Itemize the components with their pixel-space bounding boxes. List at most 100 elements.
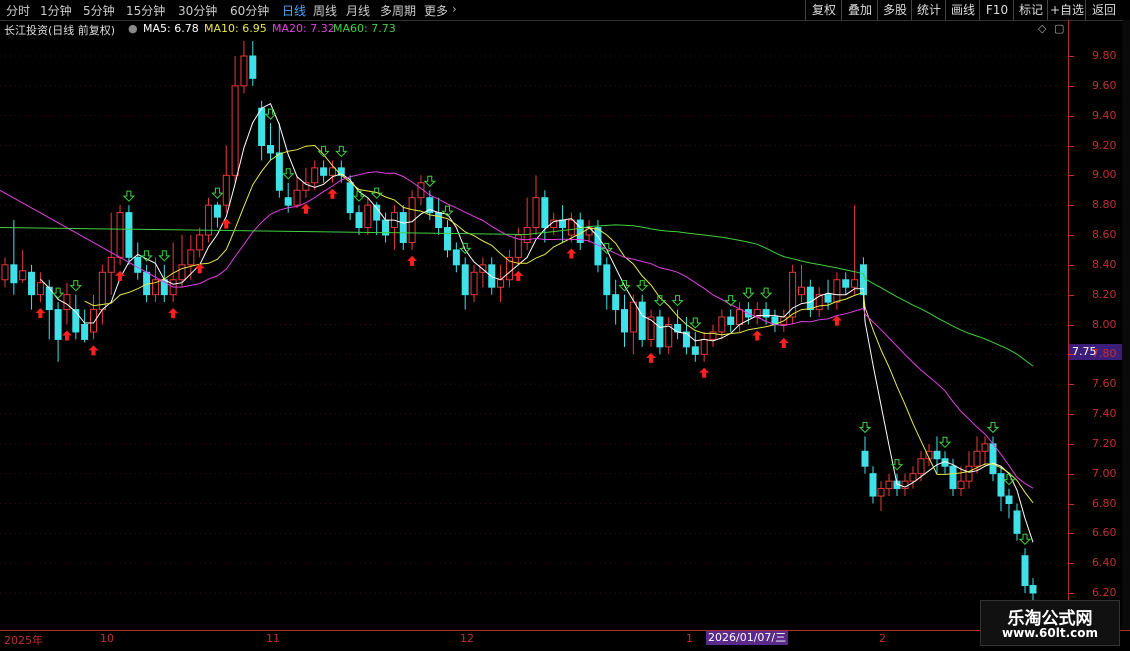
tab-30min[interactable]: 30分钟 (178, 2, 217, 19)
mark-button[interactable]: 标记 (1013, 0, 1048, 20)
ma-legend: 长江投资(日线 前复权) ● MA5: 6.78 MA10: 6.95 MA20… (0, 20, 1068, 38)
tab-1min[interactable]: 1分钟 (40, 2, 72, 19)
price-tick-mark (1069, 235, 1074, 236)
price-tick-label: 6.40 (1092, 556, 1117, 570)
tab-monthly[interactable]: 月线 (346, 2, 370, 19)
candle-body (116, 212, 124, 258)
candle-body (656, 316, 664, 348)
tab-minute[interactable]: 分时 (6, 2, 30, 19)
candle-body (267, 145, 274, 154)
candle-body (691, 346, 699, 355)
tab-more[interactable]: 更多 (424, 2, 448, 19)
price-tick-label: 7.20 (1092, 436, 1117, 450)
price-tick-label: 7.80 (1092, 347, 1117, 361)
buy-arrow-icon (300, 203, 311, 214)
price-tick-label: 6.80 (1092, 496, 1117, 510)
window-icon[interactable]: ▢ (1054, 22, 1064, 35)
candle-body (682, 331, 690, 348)
ma5-label: MA5: 6.78 (143, 22, 199, 35)
stats-button[interactable]: 统计 (911, 0, 946, 20)
candle-body (824, 294, 832, 303)
chevron-right-icon[interactable]: › (452, 2, 457, 16)
date-axis: 2025年 10 11 12 1 2 (0, 630, 1130, 651)
candle-body (10, 264, 18, 284)
price-tick-mark (1069, 294, 1074, 296)
buy-arrow-icon (699, 367, 710, 378)
add-watchlist-button[interactable]: +自选 (1047, 0, 1086, 20)
candlestick-chart[interactable] (0, 38, 1068, 630)
candle-body (989, 443, 997, 475)
candle-body (1029, 585, 1037, 594)
tab-multi-period[interactable]: 多周期 (380, 2, 416, 19)
candle-body (90, 309, 97, 333)
price-tick-label: 6.60 (1092, 526, 1117, 540)
price-tick-label: 8.60 (1092, 228, 1117, 241)
candle-body (240, 55, 248, 87)
candle-body (933, 450, 941, 460)
buy-arrow-icon (35, 308, 46, 319)
buy-arrow-icon (646, 352, 657, 363)
adjust-button[interactable]: 复权 (805, 0, 842, 20)
candle-body (621, 309, 628, 333)
ma10-label: MA10: 6.95 (204, 22, 267, 35)
candle-body (488, 264, 496, 288)
price-tick-label: 9.40 (1092, 108, 1117, 122)
candle-body (700, 338, 708, 355)
sell-arrow-icon (1018, 533, 1032, 545)
candle-body (444, 227, 451, 251)
tab-5min[interactable]: 5分钟 (83, 2, 115, 19)
candle-body (19, 270, 27, 281)
f10-button[interactable]: F10 (979, 0, 1014, 20)
candle-body (231, 85, 239, 176)
candle-body (452, 249, 460, 266)
ma5-line (40, 103, 1034, 543)
candle-body (72, 309, 80, 333)
overlay-button[interactable]: 叠加 (841, 0, 878, 20)
candle-body (833, 279, 841, 303)
tab-60min[interactable]: 60分钟 (230, 2, 269, 19)
diamond-icon[interactable]: ◇ (1038, 22, 1046, 35)
tab-15min[interactable]: 15分钟 (126, 2, 165, 19)
tab-weekly[interactable]: 周线 (313, 2, 337, 19)
sell-arrow-icon (335, 145, 348, 158)
sell-arrow-icon (211, 187, 224, 199)
candle-body (718, 316, 726, 333)
candle-body (249, 55, 257, 79)
candle-body (320, 167, 328, 176)
candle-body (1013, 510, 1021, 534)
back-button[interactable]: 返回 (1085, 0, 1122, 20)
sell-arrow-icon (858, 421, 872, 434)
price-tick-mark (1069, 145, 1074, 147)
period-toolbar: 分时 1分钟 5分钟 15分钟 30分钟 60分钟 日线 周线 月线 多周期 更… (0, 0, 1130, 21)
watermark: 乐淘公式网 www.60lt.com (980, 600, 1120, 646)
candle-body (532, 197, 540, 229)
settings-dot-icon[interactable]: ● (128, 22, 138, 35)
buy-arrow-icon (221, 218, 232, 229)
buy-arrow-icon (752, 330, 763, 341)
candle-body (178, 264, 186, 281)
ma60-label: MA60: 7.73 (333, 22, 396, 35)
candle-body (877, 488, 885, 497)
candle-body (727, 316, 735, 325)
candle-body (346, 182, 354, 214)
price-tick-label: 8.40 (1092, 257, 1117, 271)
buy-arrow-icon (566, 248, 577, 259)
price-tick-mark (1069, 414, 1074, 415)
tab-daily[interactable]: 日线 (282, 2, 306, 19)
multi-stock-button[interactable]: 多股 (877, 0, 912, 20)
price-tick-mark (1069, 503, 1074, 505)
candle-body (965, 465, 973, 482)
candle-body (311, 167, 319, 184)
candle-body (81, 324, 89, 340)
candle-body (815, 294, 823, 311)
candle-body (187, 249, 195, 266)
sell-arrow-icon (724, 295, 737, 307)
price-tick-label: 9.00 (1092, 168, 1117, 182)
draw-button[interactable]: 画线 (945, 0, 980, 20)
buy-arrow-icon (168, 308, 179, 319)
side-panel-strip[interactable] (1122, 20, 1130, 630)
price-tick-mark (1069, 115, 1074, 117)
price-tick-label: 7.00 (1092, 466, 1117, 480)
candle-body (1005, 495, 1013, 504)
price-tick-label: 9.60 (1092, 78, 1117, 92)
